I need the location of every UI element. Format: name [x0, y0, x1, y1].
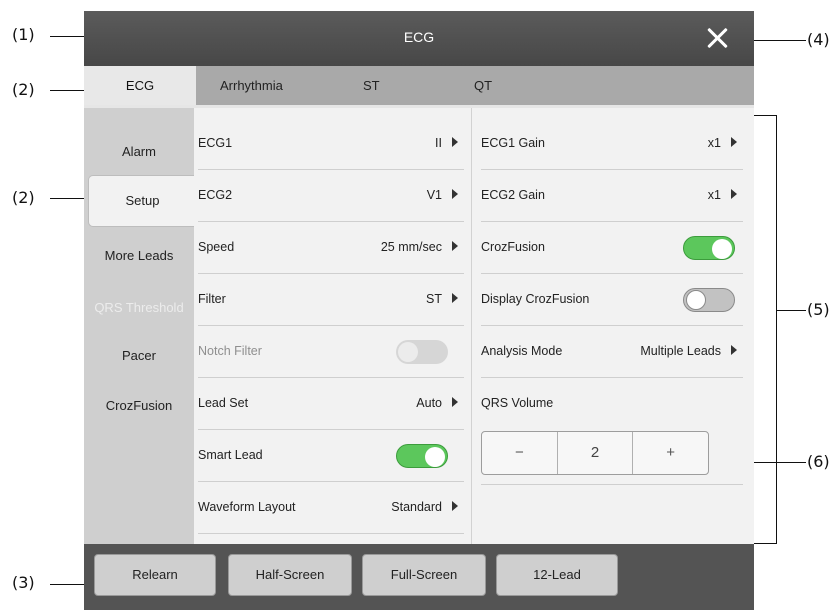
- smart-lead-toggle[interactable]: [396, 444, 448, 468]
- settings-column-right: ECG1 Gain x1 ECG2 Gain x1 CrozFusion Dis…: [473, 108, 754, 544]
- divider: [481, 484, 743, 485]
- divider: [198, 533, 464, 534]
- side-menu: Alarm Setup More Leads QRS Threshold Pac…: [84, 108, 196, 544]
- setting-value: Standard: [391, 500, 442, 514]
- chevron-right-icon: [452, 501, 458, 511]
- setting-label: CrozFusion: [481, 240, 545, 254]
- side-item-more-leads[interactable]: More Leads: [84, 248, 194, 263]
- crozfusion-setting: CrozFusion: [481, 222, 743, 274]
- smart-lead-setting: Smart Lead: [198, 430, 464, 482]
- setting-value: V1: [426, 188, 442, 202]
- qrs-volume-setting: QRS Volume: [481, 378, 743, 418]
- chevron-right-icon: [452, 189, 458, 199]
- setting-value: 25 mm/sec: [380, 240, 442, 254]
- setting-label: ECG2: [198, 188, 233, 202]
- crozfusion-toggle[interactable]: [683, 236, 735, 260]
- setting-label: Notch Filter: [198, 344, 262, 358]
- waveform-layout-setting[interactable]: Waveform Layout Standard: [198, 482, 464, 534]
- callout-5: (5): [807, 300, 830, 319]
- side-item-setup[interactable]: Setup: [88, 175, 196, 227]
- full-screen-button[interactable]: Full-Screen: [362, 554, 486, 596]
- callout-2-tab: (2): [12, 80, 35, 99]
- 12-lead-button[interactable]: 12-Lead: [496, 554, 618, 596]
- filter-setting[interactable]: Filter ST: [198, 274, 464, 326]
- toggle-knob: [686, 290, 706, 310]
- callout-3: (3): [12, 573, 35, 592]
- notch-filter-setting: Notch Filter: [198, 326, 464, 378]
- qrs-volume-value: 2: [556, 432, 634, 474]
- callout-1: (1): [12, 25, 35, 44]
- tab-qt[interactable]: QT: [474, 66, 492, 105]
- toggle-knob: [425, 447, 445, 467]
- chevron-right-icon: [452, 293, 458, 303]
- increment-button[interactable]: +: [633, 432, 708, 474]
- callout-5-bracket-bottom: [754, 543, 776, 544]
- callout-2-menu: (2): [12, 188, 35, 207]
- chevron-right-icon: [452, 241, 458, 251]
- side-item-alarm[interactable]: Alarm: [84, 144, 194, 159]
- display-crozfusion-toggle[interactable]: [683, 288, 735, 312]
- toggle-knob: [712, 239, 732, 259]
- toggle-knob: [398, 342, 418, 362]
- chevron-right-icon: [452, 137, 458, 147]
- callout-5-bracket-top: [754, 115, 776, 116]
- notch-filter-toggle: [396, 340, 448, 364]
- setting-label: Filter: [198, 292, 226, 306]
- side-item-qrs-threshold: QRS Threshold: [94, 300, 184, 315]
- chevron-right-icon: [731, 137, 737, 147]
- tab-ecg[interactable]: ECG: [84, 66, 196, 105]
- chevron-right-icon: [731, 345, 737, 355]
- ecg1-setting[interactable]: ECG1 II: [198, 118, 464, 170]
- tab-arrhythmia[interactable]: Arrhythmia: [220, 66, 283, 105]
- setting-value: II: [435, 136, 442, 150]
- analysis-mode-setting[interactable]: Analysis Mode Multiple Leads: [481, 326, 743, 378]
- setting-label: ECG1 Gain: [481, 136, 545, 150]
- qrs-volume-stepper: − 2 +: [481, 431, 709, 475]
- setting-value: x1: [707, 136, 721, 150]
- ecg1-gain-setting[interactable]: ECG1 Gain x1: [481, 118, 743, 170]
- setting-label: Lead Set: [198, 396, 249, 410]
- ecg-setup-window: ECG ECG Arrhythmia ST QT Alarm Setup Mor…: [84, 11, 754, 610]
- callout-5-line: [776, 310, 806, 311]
- side-item-setup-label: Setup: [125, 193, 160, 208]
- chevron-right-icon: [731, 189, 737, 199]
- setting-label: Speed: [198, 240, 235, 254]
- setting-label: ECG1: [198, 136, 233, 150]
- setting-label: Analysis Mode: [481, 344, 563, 358]
- window-title: ECG: [403, 29, 435, 45]
- title-bar: ECG: [84, 11, 754, 66]
- setting-label: Smart Lead: [198, 448, 263, 462]
- setting-value: Auto: [416, 396, 442, 410]
- callout-6: (6): [807, 452, 830, 471]
- setting-label: Display CrozFusion: [481, 292, 590, 306]
- speed-setting[interactable]: Speed 25 mm/sec: [198, 222, 464, 274]
- lead-set-setting[interactable]: Lead Set Auto: [198, 378, 464, 430]
- close-icon[interactable]: [702, 23, 732, 53]
- setting-value: Multiple Leads: [640, 344, 721, 358]
- setting-value: ST: [426, 292, 442, 306]
- setting-label: ECG2 Gain: [481, 188, 545, 202]
- setting-label: Waveform Layout: [198, 500, 296, 514]
- settings-column-left: ECG1 II ECG2 V1 Speed 25 mm/sec Filter S…: [194, 108, 472, 544]
- decrement-button[interactable]: −: [482, 432, 557, 474]
- side-item-crozfusion[interactable]: CrozFusion: [84, 398, 194, 413]
- ecg2-gain-setting[interactable]: ECG2 Gain x1: [481, 170, 743, 222]
- settings-panel: ECG1 II ECG2 V1 Speed 25 mm/sec Filter S…: [194, 108, 754, 544]
- ecg2-setting[interactable]: ECG2 V1: [198, 170, 464, 222]
- callout-5-bracket: [776, 115, 777, 544]
- display-crozfusion-setting: Display CrozFusion: [481, 274, 743, 326]
- callout-4: (4): [807, 30, 830, 49]
- bottom-button-bar: Relearn Half-Screen Full-Screen 12-Lead: [84, 544, 754, 610]
- side-item-pacer[interactable]: Pacer: [84, 348, 194, 363]
- tab-st[interactable]: ST: [363, 66, 380, 105]
- tab-bar: ECG Arrhythmia ST QT: [84, 66, 754, 108]
- half-screen-button[interactable]: Half-Screen: [228, 554, 352, 596]
- chevron-right-icon: [452, 397, 458, 407]
- setting-value: x1: [707, 188, 721, 202]
- relearn-button[interactable]: Relearn: [94, 554, 216, 596]
- setting-label: QRS Volume: [481, 396, 554, 410]
